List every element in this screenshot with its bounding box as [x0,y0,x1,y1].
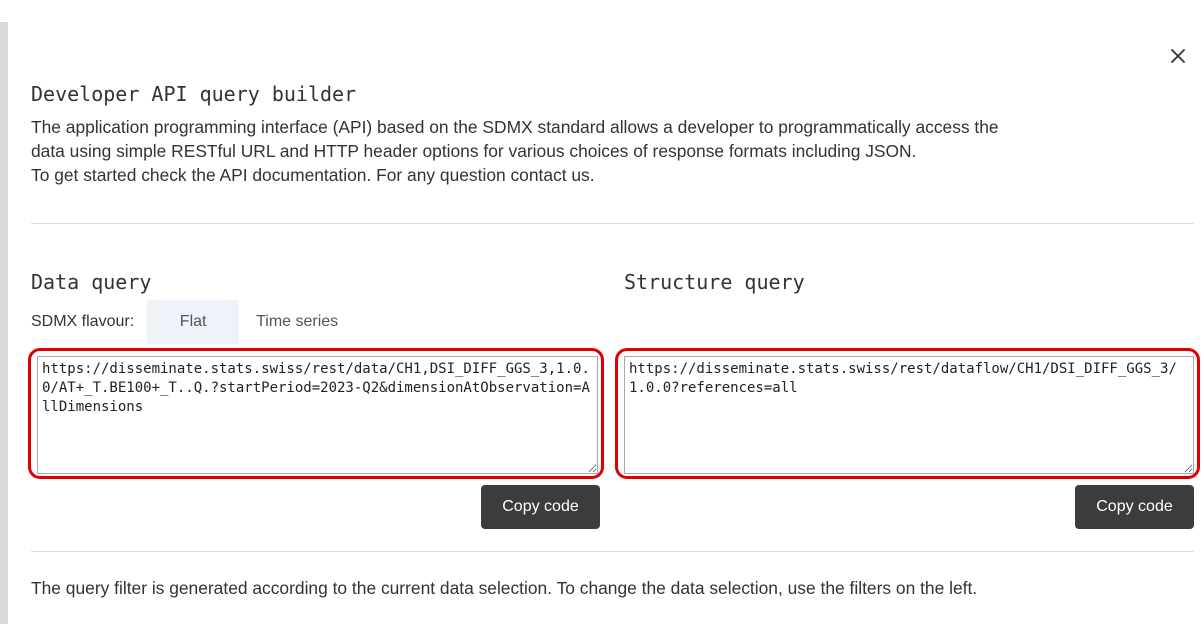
copy-structure-query-button[interactable]: Copy code [1075,485,1194,529]
structure-query-title: Structure query [624,270,805,294]
intro-text: The application programming interface (A… [31,115,1191,187]
copy-data-query-button[interactable]: Copy code [481,485,600,529]
modal-left-edge [0,22,8,624]
data-query-highlight: https://disseminate.stats.swiss/rest/dat… [28,348,604,479]
top-divider [31,223,1194,224]
modal-title: Developer API query builder [31,82,357,106]
intro-line: To get started check the API documentati… [31,165,595,185]
flavour-option-time-series[interactable]: Time series [239,300,355,344]
api-query-builder-modal: Developer API query builder The applicat… [0,0,1204,624]
intro-line: data using simple RESTful URL and HTTP h… [31,141,917,161]
intro-line: The application programming interface (A… [31,117,999,137]
bottom-divider [31,551,1194,552]
close-icon [1171,49,1185,63]
sdmx-flavour-label: SDMX flavour: [31,313,135,330]
flavour-option-flat[interactable]: Flat [147,300,240,344]
query-filter-note: The query filter is generated according … [31,578,978,598]
close-button[interactable] [1166,44,1190,68]
structure-query-url-field[interactable]: https://disseminate.stats.swiss/rest/dat… [624,356,1194,474]
sdmx-flavour-selector: SDMX flavour: Flat Time series [31,300,355,344]
structure-query-highlight: https://disseminate.stats.swiss/rest/dat… [615,348,1200,479]
data-query-title: Data query [31,270,152,294]
data-query-url-field[interactable]: https://disseminate.stats.swiss/rest/dat… [37,356,598,474]
